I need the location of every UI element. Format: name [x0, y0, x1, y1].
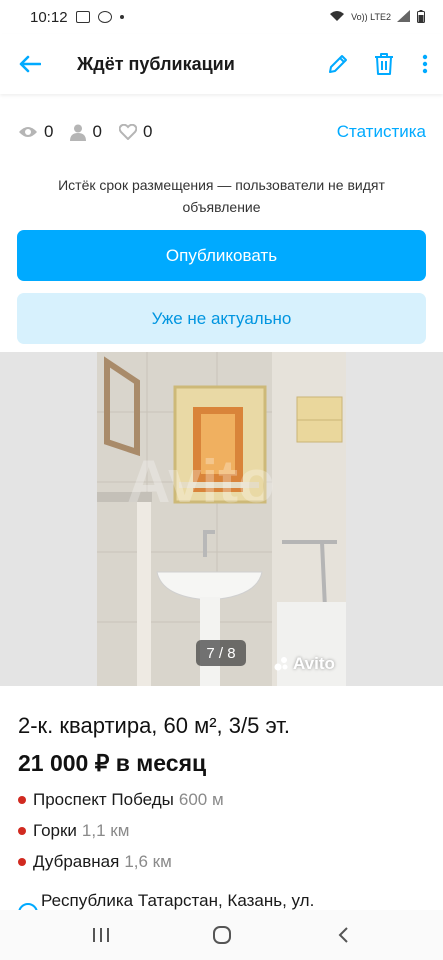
eye-icon	[19, 127, 37, 137]
metro-name: Горки	[33, 821, 77, 840]
network-label: Vo)) LTE2	[351, 12, 391, 22]
svg-text:Avito: Avito	[127, 448, 275, 515]
home-icon	[212, 926, 231, 944]
back-button[interactable]	[0, 34, 60, 94]
pencil-icon	[329, 55, 347, 73]
trash-icon	[375, 53, 393, 75]
ad-price: 21 000 ₽ в месяц	[18, 750, 207, 776]
edit-button[interactable]	[315, 34, 361, 94]
metro-name: Проспект Победы	[33, 790, 174, 809]
metro-station: Дубравная 1,6 км	[18, 852, 418, 872]
contacts-count: 0	[92, 122, 102, 141]
ad-title: 2-к. квартира, 60 м², 3/5 эт.	[18, 713, 290, 738]
metro-distance: 1,1 км	[81, 821, 130, 840]
arrow-left-icon	[19, 55, 41, 73]
publish-button[interactable]: Опубликовать	[17, 230, 426, 281]
battery-icon	[417, 9, 425, 25]
app-notification-icon	[97, 11, 112, 23]
not-relevant-button[interactable]: Уже не актуально	[17, 293, 426, 344]
heart-icon	[118, 124, 137, 140]
avito-watermark: Avito	[274, 654, 335, 674]
signal-icon	[397, 10, 411, 24]
address-text: Республика Татарстан, Казань, ул.	[41, 891, 315, 910]
app-bar: Ждёт публикации	[0, 34, 443, 94]
more-button[interactable]	[407, 34, 443, 94]
avito-logo-icon	[274, 657, 288, 671]
metro-dot-icon	[18, 858, 26, 866]
contacts-stat: 0	[70, 122, 102, 142]
metro-dot-icon	[18, 796, 26, 804]
avito-watermark-text: Avito	[293, 654, 335, 673]
metro-station: Горки 1,1 км	[18, 821, 418, 841]
metro-distance: 1,6 км	[124, 852, 172, 871]
photo-counter: 7 / 8	[196, 640, 246, 666]
favorites-count: 0	[142, 122, 153, 141]
stats-row: 0 0 0 Статистика	[18, 112, 426, 152]
expired-notice: Истёк срок размещения — пользователи не …	[58, 177, 385, 215]
wifi-icon	[329, 10, 345, 24]
statistics-link[interactable]: Статистика	[337, 122, 426, 142]
address-row[interactable]: Республика Татарстан, Казань, ул.	[18, 891, 428, 910]
chevron-left-icon	[338, 927, 348, 943]
system-nav-bar	[0, 910, 443, 960]
gallery-notification-icon	[75, 11, 90, 23]
recent-apps-icon	[92, 928, 109, 942]
person-icon	[70, 124, 87, 141]
views-count: 0	[44, 122, 54, 141]
metro-station: Проспект Победы 600 м	[18, 790, 418, 810]
favorites-stat: 0	[118, 122, 153, 142]
metro-dot-icon	[18, 827, 26, 835]
views-stat: 0	[18, 122, 53, 142]
home-button[interactable]	[192, 915, 252, 955]
metro-name: Дубравная	[33, 852, 120, 871]
listing-photo[interactable]: Avito	[97, 352, 346, 686]
photo-gallery[interactable]: Avito	[0, 352, 443, 686]
status-time: 10:12	[30, 8, 68, 26]
more-notifications-icon	[119, 15, 124, 19]
page-title: Ждёт публикации	[77, 53, 235, 74]
location-pin-icon	[18, 903, 38, 910]
status-bar: 10:12 Vo)) LTE2	[0, 0, 443, 34]
more-vertical-icon	[422, 54, 428, 74]
metro-distance: 600 м	[178, 790, 224, 809]
delete-button[interactable]	[361, 34, 407, 94]
recent-apps-button[interactable]	[71, 915, 131, 955]
back-nav-button[interactable]	[313, 915, 373, 955]
